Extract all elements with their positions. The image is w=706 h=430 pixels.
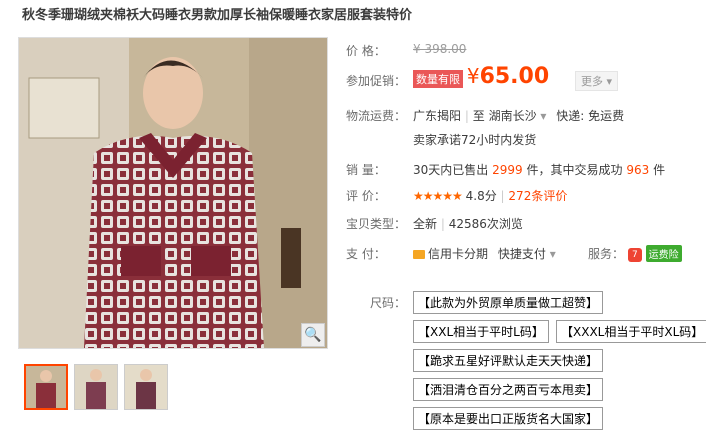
promo-price-block: 数量有限 ¥65.00	[413, 64, 549, 89]
size-label: 尺码：	[370, 296, 407, 310]
price-label: 价 格：	[346, 44, 386, 58]
product-title: 秋冬季珊瑚绒夹棉袄大码睡衣男款加厚长袖保暖睡衣家居服套装特价	[22, 8, 413, 23]
size-option-3[interactable]: 【XXXL相当于平时XL码】	[556, 320, 706, 343]
review-count-link[interactable]: 272条评价	[508, 189, 567, 203]
size-option-5[interactable]: 【洒泪清仓百分之两百亏本甩卖】	[413, 378, 604, 401]
sales-prefix: 30天内已售出	[413, 163, 489, 177]
star-rating-icon: ★★★★★	[413, 189, 463, 203]
rating-info: ★★★★★ 4.8分 | 272条评价	[413, 187, 567, 204]
size-option-1[interactable]: 【此款为外贸原单质量做工超赞】	[413, 291, 604, 314]
ship-dest[interactable]: 湖南长沙	[489, 109, 537, 123]
shipping-label: 物流运费：	[346, 109, 407, 123]
size-option-2[interactable]: 【XXL相当于平时L码】	[413, 320, 549, 343]
promo-price: 65.00	[479, 64, 550, 89]
size-option-6[interactable]: 【原本是要出口正版货名大国家】	[413, 407, 604, 430]
service-info: 服务： 7 运费险	[588, 245, 682, 262]
more-label: 更多	[581, 75, 603, 88]
item-type-info: 全新 | 42586次浏览	[413, 215, 523, 232]
divider: |	[500, 189, 505, 203]
sales-count: 2999	[492, 163, 523, 177]
chevron-down-icon[interactable]: ▾	[550, 247, 556, 261]
sales-label: 销 量：	[346, 163, 386, 177]
shipping-fee: 快递: 免运费	[556, 109, 625, 123]
size-option-4[interactable]: 【跪求五星好评默认走天天快递】	[413, 349, 604, 372]
item-condition: 全新	[413, 217, 438, 231]
product-main-image[interactable]	[18, 37, 328, 349]
rating-label: 评 价：	[346, 189, 386, 203]
original-price: ¥ 398.00	[413, 42, 467, 56]
credit-installment-link[interactable]: 信用卡分期	[428, 247, 488, 261]
thumbnail-1[interactable]	[24, 364, 68, 410]
chevron-down-icon[interactable]: ▾	[540, 109, 546, 123]
ship-to-word: 至	[472, 109, 485, 123]
ship-from: 广东揭阳	[413, 109, 462, 123]
chevron-down-icon: ▾	[606, 75, 613, 88]
more-promo-button[interactable]: 更多 ▾	[575, 71, 619, 91]
zoom-icon[interactable]: 🔍	[301, 323, 325, 347]
divider: |	[464, 109, 469, 123]
item-type-label: 宝贝类型：	[346, 217, 407, 231]
sales-mid: 件，其中交易成功	[526, 163, 623, 177]
thumbnail-3[interactable]	[124, 364, 168, 410]
freight-insurance-badge[interactable]: 运费险	[645, 245, 682, 262]
promo-label: 参加促销：	[346, 74, 407, 88]
rating-score: 4.8分	[465, 189, 497, 203]
sales-suffix: 件	[653, 163, 666, 177]
product-photo	[19, 38, 327, 348]
payment-info: 信用卡分期 快捷支付 ▾	[413, 245, 556, 262]
shield-icon[interactable]: 7	[627, 247, 642, 262]
sales-info: 30天内已售出 2999 件，其中交易成功 963 件	[413, 161, 665, 178]
quick-pay-link[interactable]: 快捷支付	[498, 247, 546, 261]
currency-symbol: ¥	[466, 64, 480, 88]
shipping-promise: 卖家承诺72小时内发货	[413, 133, 537, 147]
credit-card-icon	[413, 250, 425, 259]
divider: |	[440, 217, 445, 231]
sales-success: 963	[626, 163, 650, 177]
payment-label: 支 付：	[346, 247, 386, 261]
view-count: 42586次浏览	[448, 217, 523, 231]
shipping-route: 广东揭阳 | 至 湖南长沙 ▾ 快递: 免运费	[413, 107, 624, 124]
thumbnail-2[interactable]	[74, 364, 118, 410]
service-label: 服务：	[588, 247, 625, 261]
limited-badge: 数量有限	[413, 70, 463, 88]
